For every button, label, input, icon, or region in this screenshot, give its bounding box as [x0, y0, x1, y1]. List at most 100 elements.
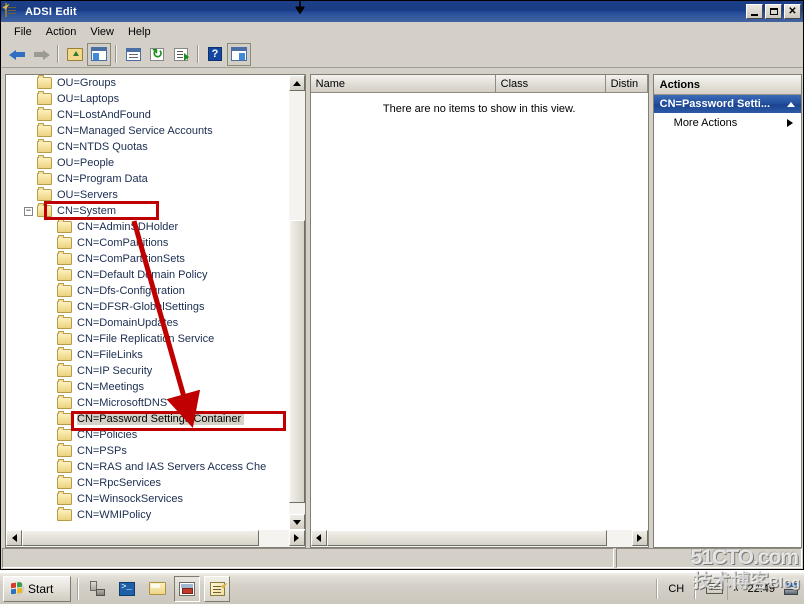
tree-node-label: CN=Policies	[77, 429, 138, 441]
show-hide-console-tree-icon	[91, 47, 107, 61]
tree-node-label: CN=WinsockServices	[77, 493, 184, 505]
menu-file[interactable]: File	[7, 24, 39, 40]
export-list-button[interactable]	[169, 43, 193, 66]
forward-button[interactable]	[29, 43, 53, 66]
tree-node[interactable]: CN=Password Settings Container	[6, 411, 290, 427]
forward-icon	[33, 48, 50, 61]
keyboard-icon[interactable]	[706, 583, 724, 594]
back-button[interactable]	[5, 43, 29, 66]
tree-node[interactable]: OU=Servers	[6, 187, 290, 203]
properties-button[interactable]	[121, 43, 145, 66]
minimize-button[interactable]	[746, 4, 763, 19]
network-icon[interactable]	[784, 582, 800, 595]
list-column-header[interactable]: Distin	[605, 75, 648, 93]
tree-node-label: OU=Servers	[57, 189, 118, 201]
tree-scroll-right-button[interactable]	[288, 530, 305, 546]
folder-icon	[57, 491, 72, 505]
tree-vscroll-thumb[interactable]	[288, 220, 305, 503]
tree-node[interactable]: CN=Meetings	[6, 379, 290, 395]
tree-node-label: CN=Program Data	[57, 173, 148, 185]
tree-node[interactable]: CN=Default Domain Policy	[6, 267, 290, 283]
tree-node[interactable]: CN=WMIPolicy	[6, 507, 290, 523]
tree-scroll-up-button[interactable]	[288, 75, 305, 91]
window-controls: ✕	[746, 4, 801, 19]
action-more-actions-label: More Actions	[673, 117, 738, 129]
tree-scroll-down-button[interactable]	[288, 514, 305, 530]
list-scroll-right-button[interactable]	[631, 530, 648, 546]
tree-node[interactable]: OU=Laptops	[6, 91, 290, 107]
result-list-body[interactable]: There are no items to show in this view.	[310, 93, 648, 530]
clock[interactable]: 22:49	[743, 583, 779, 595]
tree-node[interactable]: − CN=System	[6, 203, 290, 219]
tree-scroll-left-button[interactable]	[6, 530, 22, 546]
start-button[interactable]: Start	[3, 575, 71, 602]
tree-node[interactable]: CN=ComPartitions	[6, 235, 290, 251]
tree-node[interactable]: CN=Dfs-Configuration	[6, 283, 290, 299]
tree-node[interactable]: CN=File Replication Service	[6, 331, 290, 347]
taskbar-item-powershell[interactable]	[114, 576, 140, 602]
tree-vertical-scrollbar[interactable]	[287, 75, 305, 530]
tree-node[interactable]: CN=Program Data	[6, 171, 290, 187]
window-titlebar[interactable]: ADSI Edit ✕	[1, 1, 803, 22]
chevron-up-icon[interactable]	[787, 101, 795, 107]
result-list-pane: Name Class Distin There are no items to sh…	[309, 74, 649, 548]
folder-icon	[37, 187, 52, 201]
collapse-icon[interactable]: −	[24, 206, 33, 216]
tree-node[interactable]: CN=RpcServices	[6, 475, 290, 491]
actions-section-header[interactable]: CN=Password Setti...	[653, 95, 801, 113]
tree-node[interactable]: CN=Managed Service Accounts	[6, 123, 290, 139]
tree-node[interactable]: CN=MicrosoftDNS	[6, 395, 290, 411]
show-hidden-icons-caret[interactable]: ˄	[733, 584, 738, 594]
status-bar-right	[616, 548, 802, 568]
show-hide-action-pane-button[interactable]	[227, 42, 251, 66]
tree-node[interactable]: CN=ComPartitionSets	[6, 251, 290, 267]
tree-node[interactable]: CN=DFSR-GlobalSettings	[6, 299, 290, 315]
action-more-actions[interactable]: More Actions	[654, 113, 801, 133]
menu-action[interactable]: Action	[39, 24, 84, 40]
tree-horizontal-scrollbar[interactable]	[6, 529, 305, 547]
drag-cursor-icon	[295, 0, 305, 14]
console-split: OU=Groups OU=Laptops CN=LostAndFound CN=Man…	[2, 74, 802, 548]
ime-indicator[interactable]: CH	[664, 583, 688, 595]
tree-node[interactable]: CN=PSPs	[6, 443, 290, 459]
tree-node[interactable]: OU=Groups	[6, 75, 290, 91]
actions-pane: Actions CN=Password Setti... More Action…	[652, 74, 802, 548]
tree-node[interactable]: OU=People	[6, 155, 290, 171]
close-button[interactable]: ✕	[784, 4, 801, 19]
tree-node[interactable]: CN=LostAndFound	[6, 107, 290, 123]
list-scroll-left-button[interactable]	[310, 530, 327, 546]
maximize-button[interactable]	[765, 4, 782, 19]
tree-hscroll-thumb[interactable]	[22, 530, 259, 546]
show-hide-console-tree-button[interactable]	[87, 42, 111, 66]
folder-icon	[37, 155, 52, 169]
tree-node[interactable]: CN=WinsockServices	[6, 491, 290, 507]
list-column-header[interactable]: Name	[310, 75, 496, 93]
tree-node[interactable]: CN=FileLinks	[6, 347, 290, 363]
taskbar-item-toolbox[interactable]	[174, 575, 200, 602]
list-hscroll-thumb[interactable]	[326, 530, 607, 546]
actions-pane-title: Actions	[653, 75, 801, 95]
list-horizontal-scrollbar[interactable]	[310, 529, 648, 547]
tree-node[interactable]: CN=AdminSDHolder	[6, 219, 290, 235]
taskbar-item-adsi-edit[interactable]	[204, 575, 230, 602]
tree-node[interactable]: CN=NTDS Quotas	[6, 139, 290, 155]
list-column-header[interactable]: Class	[495, 75, 606, 93]
help-button[interactable]: ?	[203, 43, 227, 66]
up-one-level-button[interactable]	[63, 43, 87, 66]
toolbar: ?	[1, 41, 803, 68]
list-column-header-label: Class	[500, 77, 529, 90]
menu-help[interactable]: Help	[121, 24, 158, 40]
tree-node[interactable]: CN=Policies	[6, 427, 290, 443]
tree-node[interactable]: CN=RAS and IAS Servers Access Che	[6, 459, 290, 475]
folder-icon	[57, 219, 72, 233]
menu-view[interactable]: View	[83, 24, 121, 40]
tree-node[interactable]: CN=IP Security	[6, 363, 290, 379]
console-tree[interactable]: OU=Groups OU=Laptops CN=LostAndFound CN=Man…	[6, 75, 290, 528]
server-manager-icon	[89, 581, 105, 596]
taskbar-item-file-explorer[interactable]	[144, 576, 170, 602]
properties-icon	[125, 47, 141, 61]
taskbar-item-server-manager[interactable]	[84, 576, 110, 602]
tray-separator	[656, 578, 659, 599]
refresh-button[interactable]	[145, 43, 169, 66]
tree-node[interactable]: CN=DomainUpdates	[6, 315, 290, 331]
